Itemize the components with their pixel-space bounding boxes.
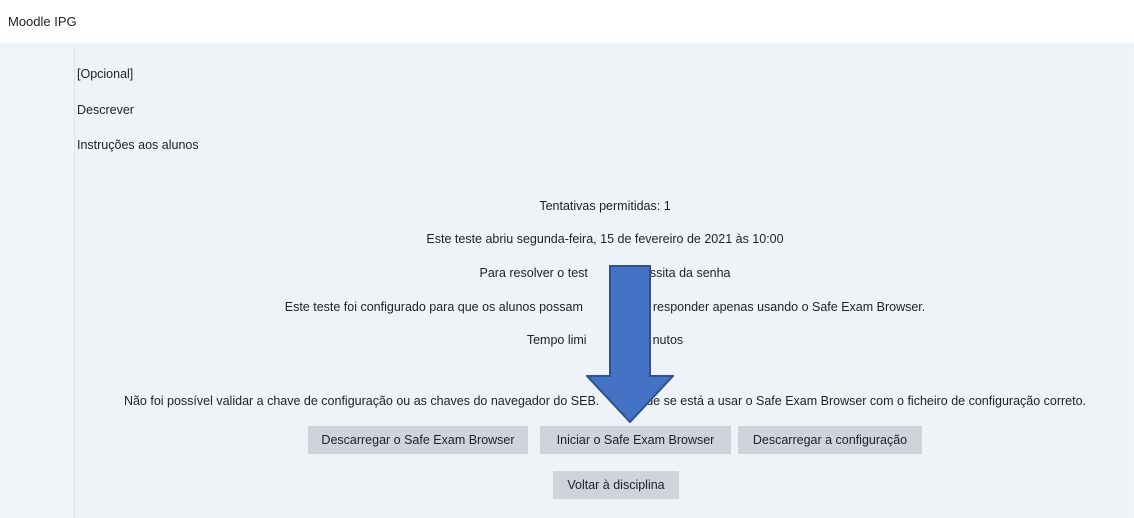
attempts-allowed: Tentativas permitidas: 1 [539, 199, 671, 213]
download-config-button[interactable]: Descarregar a configuração [738, 426, 922, 454]
time-text-left: Tempo limi [526, 333, 587, 347]
seb-text-left: Este teste foi configurado para que os a… [284, 300, 583, 314]
page-region: [Opcional] Descrever Instruções aos alun… [0, 49, 1134, 518]
download-seb-button[interactable]: Descarregar o Safe Exam Browser [308, 426, 528, 454]
launch-seb-button[interactable]: Iniciar o Safe Exam Browser [540, 426, 731, 454]
intro-optional: [Opcional] [77, 67, 134, 81]
seb-text-right: responder apenas usando o Safe Exam Brow… [652, 300, 926, 314]
password-text-left: Para resolver o test [479, 266, 588, 280]
intro-instructions: Instruções aos alunos [77, 138, 199, 152]
seb-error-right: que se está a usar o Safe Exam Browser c… [639, 394, 1087, 408]
back-to-course-button[interactable]: Voltar à disciplina [553, 471, 679, 499]
quiz-opened-date: Este teste abriu segunda-feira, 15 de fe… [426, 232, 784, 246]
down-arrow-annotation [586, 265, 674, 423]
site-title[interactable]: Moodle IPG [8, 14, 77, 29]
arrow-down-icon [586, 265, 674, 423]
intro-describe: Descrever [77, 103, 134, 117]
seb-error-left: Não foi possível validar a chave de conf… [123, 394, 600, 408]
